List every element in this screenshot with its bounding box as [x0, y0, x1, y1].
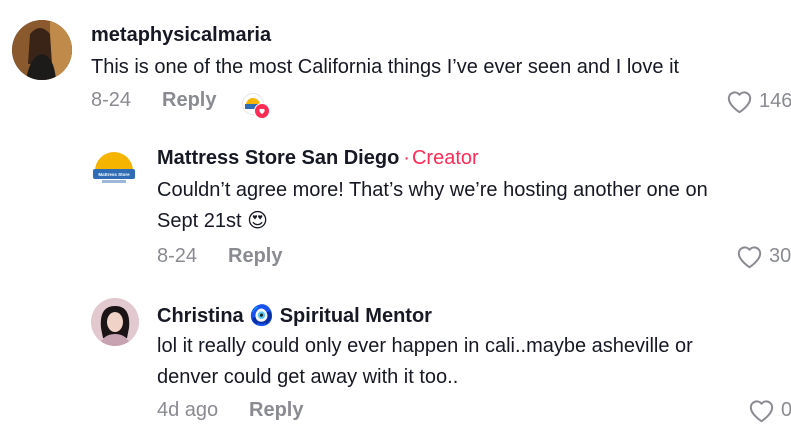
like-button[interactable]: 146 — [726, 89, 791, 114]
heart-outline-icon — [727, 91, 752, 114]
comment-date: 8-24 — [91, 89, 132, 111]
heart-outline-icon — [737, 246, 762, 269]
heart-outline-icon — [749, 400, 774, 423]
reply-button[interactable]: Reply — [228, 245, 282, 268]
like-count: 30 — [769, 245, 791, 267]
store-logo: Mattress Store — [93, 152, 135, 183]
heart-icon — [254, 103, 270, 119]
comment-text: This is one of the most California thing… — [91, 56, 680, 78]
reply-button[interactable]: Reply — [162, 89, 216, 112]
heart-eyes-emoji: 😍 — [247, 210, 268, 232]
creator-badge: Creator — [411, 147, 479, 169]
avatar[interactable]: Mattress Store — [91, 147, 137, 193]
like-count: 146 — [759, 90, 791, 112]
comment-text-line: denver could get away with it too.. — [157, 366, 459, 388]
comment-text-line: Sept 21st 😍 — [157, 210, 268, 232]
badge-separator: · — [403, 147, 410, 169]
username-text: Mattress Store San Diego — [157, 147, 400, 169]
avatar[interactable] — [91, 298, 139, 346]
comment-username[interactable]: Mattress Store San Diego · Creator — [157, 147, 479, 170]
username-text: Christina — [157, 305, 244, 327]
comment-date: 4d ago — [157, 399, 219, 421]
like-button[interactable]: 0 — [748, 398, 791, 423]
creator-liked-badge — [242, 93, 270, 119]
like-button[interactable]: 30 — [736, 244, 791, 269]
like-count: 0 — [781, 399, 791, 421]
avatar[interactable] — [12, 20, 72, 80]
profile-photo — [12, 20, 72, 80]
username-suffix: Spiritual Mentor — [279, 305, 432, 327]
comment-username[interactable]: Christina 🧿 Spiritual Mentor — [157, 303, 432, 328]
comment-date: 8-24 — [157, 245, 198, 267]
store-logo-text: Mattress Store — [98, 172, 130, 177]
profile-photo — [91, 298, 139, 346]
comment-text: lol it really could only ever happen in … — [157, 331, 693, 393]
evil-eye-emoji: 🧿 — [249, 305, 275, 327]
comment-username[interactable]: metaphysicalmaria — [91, 24, 271, 47]
comment-text: Couldn’t agree more! That’s why we’re ho… — [157, 175, 708, 237]
comment-text-line: Couldn’t agree more! That’s why we’re ho… — [157, 179, 708, 201]
reply-button[interactable]: Reply — [249, 399, 303, 422]
comment-text-line: lol it really could only ever happen in … — [157, 335, 693, 357]
